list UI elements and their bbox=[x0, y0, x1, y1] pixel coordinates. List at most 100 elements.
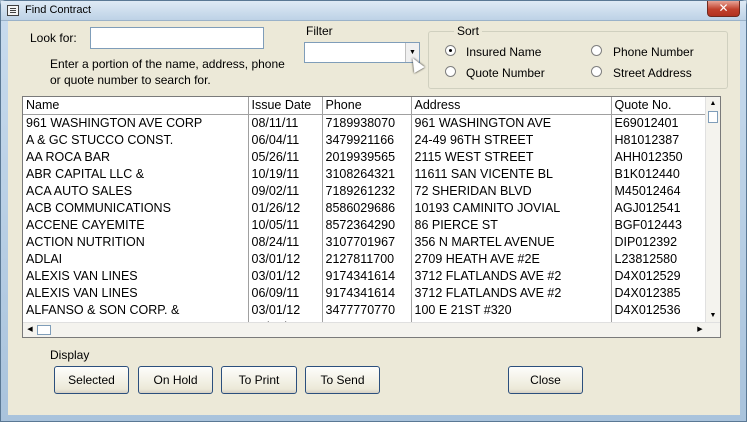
cell-name: ADLAI bbox=[23, 250, 249, 267]
display-to-send-button[interactable]: To Send bbox=[305, 366, 380, 394]
table-row[interactable]: 961 WASHINGTON AVE CORP 08/11/11 718993807… bbox=[23, 114, 706, 131]
cell-address: 10193 CAMINITO JOVIAL bbox=[411, 199, 612, 216]
cell-name: ACTION NUTRITION bbox=[23, 233, 249, 250]
column-header-address[interactable]: Address bbox=[411, 97, 612, 115]
sort-insured-name-radio[interactable] bbox=[445, 45, 456, 56]
display-to-print-button[interactable]: To Print bbox=[221, 366, 297, 394]
cell-quote-no: E69012401 bbox=[611, 114, 706, 131]
cell-phone: 3479921166 bbox=[322, 131, 412, 148]
table-row[interactable]: ALEXIS VAN LINES 03/01/12 9174341614 3712 F… bbox=[23, 267, 706, 284]
cell-phone: 7189938070 bbox=[322, 114, 412, 131]
cell-phone: 7189261232 bbox=[322, 182, 412, 199]
sort-street-address-radio[interactable] bbox=[591, 66, 602, 77]
table-body: 961 WASHINGTON AVE CORP 08/11/11 718993807… bbox=[23, 114, 706, 335]
window-close-button[interactable]: ✕ bbox=[707, 1, 740, 17]
cell-issue-date: 10/05/11 bbox=[248, 216, 323, 233]
cell-address: 2709 HEATH AVE #2E bbox=[411, 250, 612, 267]
cell-issue-date: 03/01/12 bbox=[248, 267, 323, 284]
cell-issue-date: 06/09/11 bbox=[248, 284, 323, 301]
filter-dropdown[interactable]: ▼ bbox=[304, 42, 420, 63]
column-header-issue-date[interactable]: Issue Date bbox=[248, 97, 323, 115]
cell-name: 961 WASHINGTON AVE CORP bbox=[23, 114, 249, 131]
cell-quote-no: H81012387 bbox=[611, 131, 706, 148]
display-selected-button[interactable]: Selected bbox=[54, 366, 129, 394]
cell-address: 86 PIERCE ST bbox=[411, 216, 612, 233]
scroll-down-icon[interactable]: ▼ bbox=[706, 309, 720, 323]
cell-quote-no: AHH012350 bbox=[611, 148, 706, 165]
cell-name: ABR CAPITAL LLC & bbox=[23, 165, 249, 182]
sort-street-address-label[interactable]: Street Address bbox=[613, 66, 692, 80]
cell-phone: 9174341614 bbox=[322, 284, 412, 301]
vertical-scrollbar[interactable]: ▲ ▼ bbox=[705, 97, 720, 323]
cell-issue-date: 08/11/11 bbox=[248, 114, 323, 131]
cell-phone: 2019939565 bbox=[322, 148, 412, 165]
search-help-text: Enter a portion of the name, address, ph… bbox=[50, 57, 285, 87]
cell-address: 3712 FLATLANDS AVE #2 bbox=[411, 284, 612, 301]
scroll-right-icon[interactable]: ▶ bbox=[693, 323, 707, 337]
table-row[interactable]: ACCENE CAYEMITE 10/05/11 8572364290 86 PIER… bbox=[23, 216, 706, 233]
cell-address: 24-49 96TH STREET bbox=[411, 131, 612, 148]
scroll-left-icon[interactable]: ◀ bbox=[23, 323, 37, 337]
display-label: Display bbox=[50, 348, 90, 362]
sort-quote-number-radio[interactable] bbox=[445, 66, 456, 77]
cell-address: 3712 FLATLANDS AVE #2 bbox=[411, 267, 612, 284]
cell-address: 72 SHERIDAN BLVD bbox=[411, 182, 612, 199]
table-row[interactable]: ACB COMMUNICATIONS 01/26/12 8586029686 1019… bbox=[23, 199, 706, 216]
cell-phone: 9174341614 bbox=[322, 267, 412, 284]
cell-quote-no: D4X012529 bbox=[611, 267, 706, 284]
cell-name: ACA AUTO SALES bbox=[23, 182, 249, 199]
horizontal-scroll-thumb[interactable] bbox=[37, 325, 51, 335]
cell-quote-no: D4X012536 bbox=[611, 301, 706, 318]
sort-groupbox bbox=[428, 31, 728, 89]
cell-quote-no: B1K012440 bbox=[611, 165, 706, 182]
cell-quote-no: DIP012392 bbox=[611, 233, 706, 250]
cell-issue-date: 09/02/11 bbox=[248, 182, 323, 199]
cell-address: 2115 WEST STREET bbox=[411, 148, 612, 165]
sort-label: Sort bbox=[454, 24, 483, 38]
close-button[interactable]: Close bbox=[508, 366, 583, 394]
cell-phone: 3107701967 bbox=[322, 233, 412, 250]
column-header-phone[interactable]: Phone bbox=[322, 97, 412, 115]
cell-phone: 8572364290 bbox=[322, 216, 412, 233]
cell-issue-date: 01/26/12 bbox=[248, 199, 323, 216]
sort-phone-number-label[interactable]: Phone Number bbox=[613, 45, 694, 59]
table-row[interactable]: A & GC STUCCO CONST. 06/04/11 3479921166 24… bbox=[23, 131, 706, 148]
column-header-name[interactable]: Name bbox=[23, 97, 249, 115]
cell-phone: 3477770770 bbox=[322, 301, 412, 318]
cell-address: 961 WASHINGTON AVE bbox=[411, 114, 612, 131]
sort-quote-number-label[interactable]: Quote Number bbox=[466, 66, 545, 80]
cell-address: 100 E 21ST #320 bbox=[411, 301, 612, 318]
table-row[interactable]: ACA AUTO SALES 09/02/11 7189261232 72 SHERI… bbox=[23, 182, 706, 199]
table-row[interactable]: ADLAI 03/01/12 2127811700 2709 HEATH AVE #2… bbox=[23, 250, 706, 267]
display-on-hold-button[interactable]: On Hold bbox=[138, 366, 213, 394]
scroll-up-icon[interactable]: ▲ bbox=[706, 97, 720, 111]
table-row[interactable]: ACTION NUTRITION 08/24/11 3107701967 356 N … bbox=[23, 233, 706, 250]
sort-insured-name-label[interactable]: Insured Name bbox=[466, 45, 541, 59]
cell-name: AA ROCA BAR bbox=[23, 148, 249, 165]
filter-label: Filter bbox=[306, 24, 333, 38]
look-for-input[interactable] bbox=[90, 27, 264, 49]
look-for-label: Look for: bbox=[30, 31, 77, 45]
title-bar[interactable]: Find Contract ✕ bbox=[1, 1, 746, 21]
sort-phone-number-radio[interactable] bbox=[591, 45, 602, 56]
contract-grid[interactable]: Name Issue Date Phone Address Quote No. … bbox=[22, 96, 721, 338]
column-header-quote-no[interactable]: Quote No. bbox=[611, 97, 706, 115]
table-row[interactable]: ALEXIS VAN LINES 06/09/11 9174341614 3712 F… bbox=[23, 284, 706, 301]
cell-phone: 8586029686 bbox=[322, 199, 412, 216]
table-row[interactable]: ABR CAPITAL LLC & 10/19/11 3108264321 11611… bbox=[23, 165, 706, 182]
cell-name: ACCENE CAYEMITE bbox=[23, 216, 249, 233]
cell-issue-date: 08/24/11 bbox=[248, 233, 323, 250]
table-row[interactable]: ALFANSO & SON CORP. & 03/01/12 3477770770 1… bbox=[23, 301, 706, 318]
cell-issue-date: 03/01/12 bbox=[248, 301, 323, 318]
cell-name: ALFANSO & SON CORP. & bbox=[23, 301, 249, 318]
cell-name: A & GC STUCCO CONST. bbox=[23, 131, 249, 148]
vertical-scroll-thumb[interactable] bbox=[708, 111, 718, 123]
cell-quote-no: L23812580 bbox=[611, 250, 706, 267]
window-app-icon[interactable] bbox=[7, 5, 19, 16]
horizontal-scrollbar[interactable]: ◀ ▶ bbox=[23, 322, 720, 337]
contract-table: Name Issue Date Phone Address Quote No. … bbox=[23, 97, 706, 335]
table-row[interactable]: AA ROCA BAR 05/26/11 2019939565 2115 WEST S… bbox=[23, 148, 706, 165]
cell-phone: 2127811700 bbox=[322, 250, 412, 267]
cell-quote-no: M45012464 bbox=[611, 182, 706, 199]
cell-phone: 3108264321 bbox=[322, 165, 412, 182]
